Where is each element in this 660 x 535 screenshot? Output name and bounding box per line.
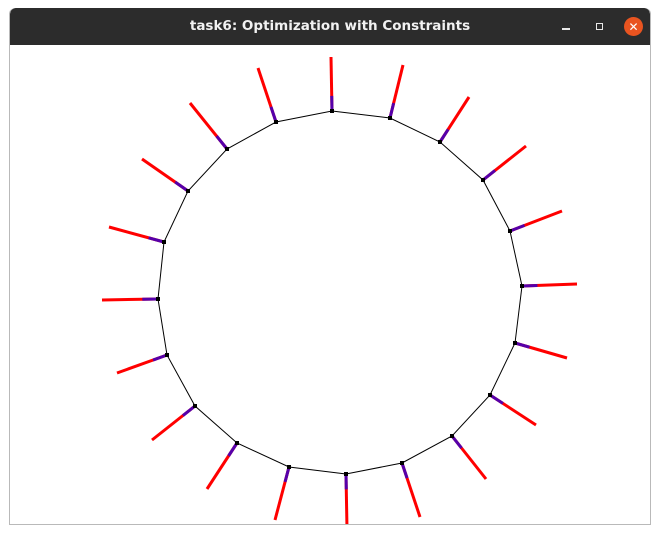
normal-vector: [513, 341, 568, 360]
normal-vector: [481, 144, 527, 182]
polygon-vertex: [225, 147, 229, 151]
vector-inner-segment: [283, 466, 291, 483]
polygon-vertex: [287, 465, 291, 469]
render-canvas[interactable]: [10, 45, 650, 524]
vector-inner-segment: [509, 223, 526, 233]
normal-vector: [256, 67, 278, 124]
normal-vector: [205, 441, 239, 490]
vector-inner-segment: [514, 341, 530, 349]
normal-vector: [329, 56, 334, 113]
polygon-vertex: [162, 240, 166, 244]
polygon-vertex: [274, 120, 278, 124]
normal-vector: [116, 353, 169, 375]
title-bar[interactable]: task6: Optimization with Constraints ✕: [10, 8, 650, 45]
polygon-vertex: [520, 284, 524, 288]
polygon-vertex: [508, 229, 512, 233]
maximize-icon: [596, 23, 603, 30]
normal-vector: [151, 404, 197, 442]
close-button[interactable]: ✕: [624, 17, 643, 36]
normal-vector: [108, 225, 166, 244]
vector-inner-segment: [152, 353, 168, 362]
normal-vector: [450, 434, 488, 480]
normal-vector: [344, 472, 349, 524]
close-icon: ✕: [628, 19, 639, 34]
polygon-vertex: [450, 434, 454, 438]
minimize-icon: [561, 28, 570, 30]
polygon-vertex: [193, 404, 197, 408]
normal-vector: [400, 461, 422, 518]
polygon-vertex: [513, 341, 517, 345]
polygon-vertex: [344, 472, 348, 476]
normal-vector: [101, 297, 160, 302]
window-title: task6: Optimization with Constraints: [189, 18, 471, 34]
app-window: task6: Optimization with Constraints ✕: [9, 8, 651, 525]
vector-inner-segment: [400, 462, 409, 479]
normal-vector: [520, 282, 578, 288]
normal-vector: [488, 393, 537, 427]
polygon-vertex: [488, 393, 492, 397]
polygon-vertex: [388, 116, 392, 120]
polygon-vertex: [330, 109, 334, 113]
normal-vector: [508, 209, 563, 233]
polygon-vertex: [156, 297, 160, 301]
polygon-vertex: [235, 441, 239, 445]
normal-vector: [273, 465, 291, 521]
maximize-button[interactable]: [590, 17, 609, 36]
vector-inner-segment: [388, 102, 396, 119]
normal-vector: [388, 64, 405, 120]
polygon-vertex: [400, 461, 404, 465]
normal-vector: [438, 96, 471, 144]
constraint-scene: [101, 56, 578, 524]
vector-inner-segment: [521, 283, 538, 288]
normal-vector: [188, 102, 229, 151]
minimize-button[interactable]: [556, 17, 575, 36]
vector-inner-segment: [269, 106, 278, 123]
polygon-vertex: [165, 353, 169, 357]
polygon-vertex: [481, 178, 485, 182]
polygon-vertex: [186, 189, 190, 193]
normal-vector: [141, 157, 190, 193]
vector-inner-segment: [148, 236, 165, 244]
polygon-vertex: [438, 140, 442, 144]
constraint-polygon: [157, 110, 523, 475]
